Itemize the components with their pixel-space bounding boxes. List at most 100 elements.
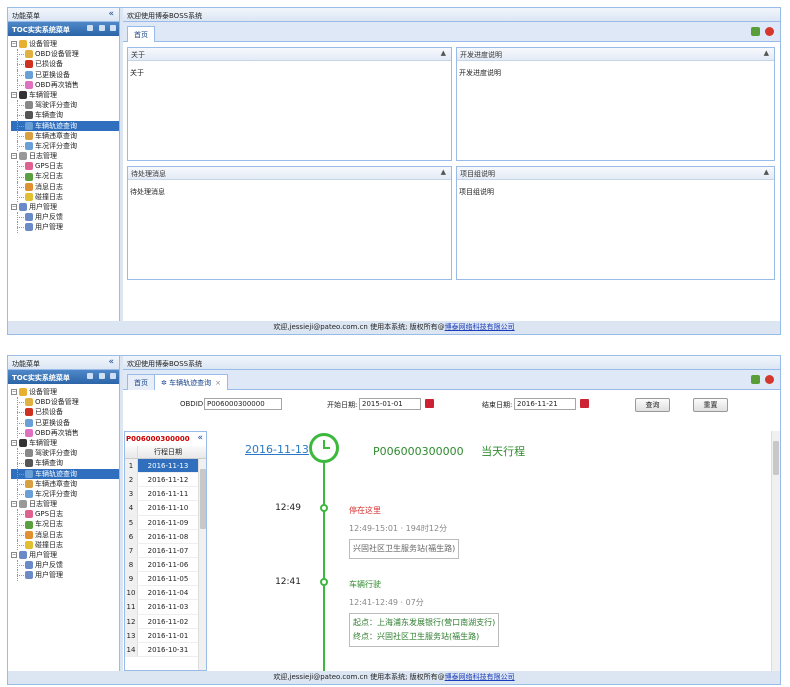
menu-item[interactable]: 已更换设备 <box>11 69 119 80</box>
tab-home[interactable]: 首页 <box>127 26 155 42</box>
table-row[interactable]: 13 2016-11-01 <box>125 628 198 643</box>
menu-item[interactable]: 碰撞日志 <box>11 539 119 551</box>
table-row[interactable]: 6 2016-11-08 <box>125 529 198 544</box>
collapse-all-icon[interactable] <box>110 373 116 379</box>
expand-icon[interactable] <box>99 373 105 379</box>
menu-item[interactable]: OBD再次销售 <box>11 79 119 91</box>
refresh-icon[interactable] <box>87 25 93 31</box>
menu-item[interactable]: 车况日志 <box>11 171 119 182</box>
menu-item[interactable]: 车况日志 <box>11 519 119 530</box>
menu-item[interactable]: 用户管理 <box>11 222 119 233</box>
menu-item[interactable]: 车辆违章查询 <box>11 478 119 490</box>
collapse-up-icon[interactable]: ▲ <box>764 49 769 57</box>
menu-item[interactable]: 驾驶评分查询 <box>11 448 119 459</box>
collapse-up-icon[interactable]: ▲ <box>441 168 446 176</box>
menu-item[interactable]: 已损设备 <box>11 407 119 418</box>
close-all-icon[interactable] <box>765 375 774 384</box>
menu-item[interactable]: OBD设备管理 <box>11 397 119 408</box>
table-row[interactable]: 10 2016-11-04 <box>125 586 198 601</box>
tab-home[interactable]: 首页 <box>127 374 155 390</box>
menu-item[interactable]: GPS日志 <box>11 161 119 172</box>
table-row[interactable]: 7 2016-11-07 <box>125 543 198 558</box>
menu-item[interactable]: 车况评分查询 <box>11 140 119 152</box>
table-row[interactable]: 9 2016-11-05 <box>125 572 198 587</box>
table-row[interactable]: 12 2016-11-02 <box>125 614 198 629</box>
refresh-tab-icon[interactable] <box>751 375 760 384</box>
menu-item[interactable]: OBD再次销售 <box>11 427 119 439</box>
tab-track[interactable]: ✲ 车辆轨迹查询 × <box>154 374 228 390</box>
menu-group[interactable]: − 车辆管理 <box>11 90 119 100</box>
collapse-all-icon[interactable] <box>110 25 116 31</box>
menu-item[interactable]: OBD设备管理 <box>11 49 119 60</box>
table-row[interactable]: 2 2016-11-12 <box>125 473 198 488</box>
table-row[interactable]: 11 2016-11-03 <box>125 600 198 615</box>
menu-item[interactable]: 用户反馈 <box>11 560 119 571</box>
menu-group[interactable]: − 车辆管理 <box>11 438 119 448</box>
menu-item[interactable]: 车辆轨迹查询 <box>11 120 119 131</box>
menu-item[interactable]: 碰撞日志 <box>11 191 119 203</box>
timeline-title: P006000300000 当天行程 <box>373 443 525 459</box>
menu-group[interactable]: − 设备管理 <box>11 387 119 397</box>
collapse-icon[interactable]: « <box>108 9 114 19</box>
table-row[interactable]: 8 2016-11-06 <box>125 557 198 573</box>
menu-item[interactable]: 已更换设备 <box>11 417 119 428</box>
company-link[interactable]: 博泰网络科技有限公司 <box>445 323 515 331</box>
search-button[interactable]: 查询 <box>635 398 670 412</box>
trip-scrollbar[interactable] <box>198 459 206 670</box>
calendar-icon[interactable] <box>580 399 589 408</box>
timeline-date[interactable]: 2016-11-13 <box>245 443 309 456</box>
expand-toggle-icon[interactable]: − <box>11 440 17 447</box>
menu-icon <box>25 418 33 427</box>
timeline-line <box>323 451 325 671</box>
menu-group[interactable]: − 用户管理 <box>11 202 119 212</box>
menu-group[interactable]: − 日志管理 <box>11 499 119 509</box>
expand-toggle-icon[interactable]: − <box>11 204 17 211</box>
expand-toggle-icon[interactable]: − <box>11 501 17 508</box>
menu-group[interactable]: − 设备管理 <box>11 39 119 49</box>
expand-toggle-icon[interactable]: − <box>11 552 17 559</box>
expand-toggle-icon[interactable]: − <box>11 41 17 48</box>
expand-toggle-icon[interactable]: − <box>11 153 17 160</box>
table-row[interactable]: 5 2016-11-09 <box>125 515 198 530</box>
timeline-scrollbar[interactable] <box>771 431 780 671</box>
refresh-tab-icon[interactable] <box>751 27 760 36</box>
menu-group[interactable]: − 日志管理 <box>11 151 119 161</box>
menu-item[interactable]: 消息日志 <box>11 529 119 541</box>
company-link[interactable]: 博泰网络科技有限公司 <box>445 673 515 681</box>
obd-input[interactable]: P006000300000 <box>204 398 282 410</box>
menu-item[interactable]: 消息日志 <box>11 181 119 193</box>
menu-item[interactable]: 已损设备 <box>11 59 119 70</box>
expand-toggle-icon[interactable]: − <box>11 92 17 99</box>
menu-item[interactable]: 用户反馈 <box>11 212 119 223</box>
menu-item[interactable]: 车况评分查询 <box>11 488 119 500</box>
table-row[interactable]: 3 2016-11-11 <box>125 487 198 502</box>
expand-toggle-icon[interactable]: − <box>11 389 17 396</box>
collapse-icon[interactable]: « <box>108 357 114 367</box>
menu-label: OBD设备管理 <box>35 398 79 407</box>
menu-item[interactable]: 车辆查询 <box>11 110 119 121</box>
calendar-icon[interactable] <box>425 399 434 408</box>
menu-item[interactable]: 车辆轨迹查询 <box>11 468 119 479</box>
reset-button[interactable]: 重置 <box>693 398 728 412</box>
menu-item[interactable]: 用户管理 <box>11 570 119 581</box>
close-icon[interactable]: × <box>215 379 221 387</box>
table-row[interactable]: 14 2016-10-31 <box>125 642 198 657</box>
collapse-up-icon[interactable]: ▲ <box>764 168 769 176</box>
menu-item[interactable]: GPS日志 <box>11 509 119 520</box>
obd-label: OBDID: <box>180 400 206 408</box>
collapse-icon[interactable]: « <box>197 433 203 443</box>
start-date-input[interactable]: 2015-01-01 <box>359 398 421 410</box>
menu-icon <box>25 489 33 498</box>
table-row[interactable]: 4 2016-11-10 <box>125 501 198 516</box>
menu-group[interactable]: − 用户管理 <box>11 550 119 560</box>
table-row[interactable]: 1 2016-11-13 <box>125 459 198 474</box>
menu-item[interactable]: 车辆违章查询 <box>11 130 119 142</box>
row-date: 2016-11-08 <box>147 532 189 541</box>
expand-icon[interactable] <box>99 25 105 31</box>
close-all-icon[interactable] <box>765 27 774 36</box>
menu-item[interactable]: 车辆查询 <box>11 458 119 469</box>
collapse-up-icon[interactable]: ▲ <box>441 49 446 57</box>
menu-item[interactable]: 驾驶评分查询 <box>11 100 119 111</box>
end-date-input[interactable]: 2016-11-21 <box>514 398 576 410</box>
refresh-icon[interactable] <box>87 373 93 379</box>
